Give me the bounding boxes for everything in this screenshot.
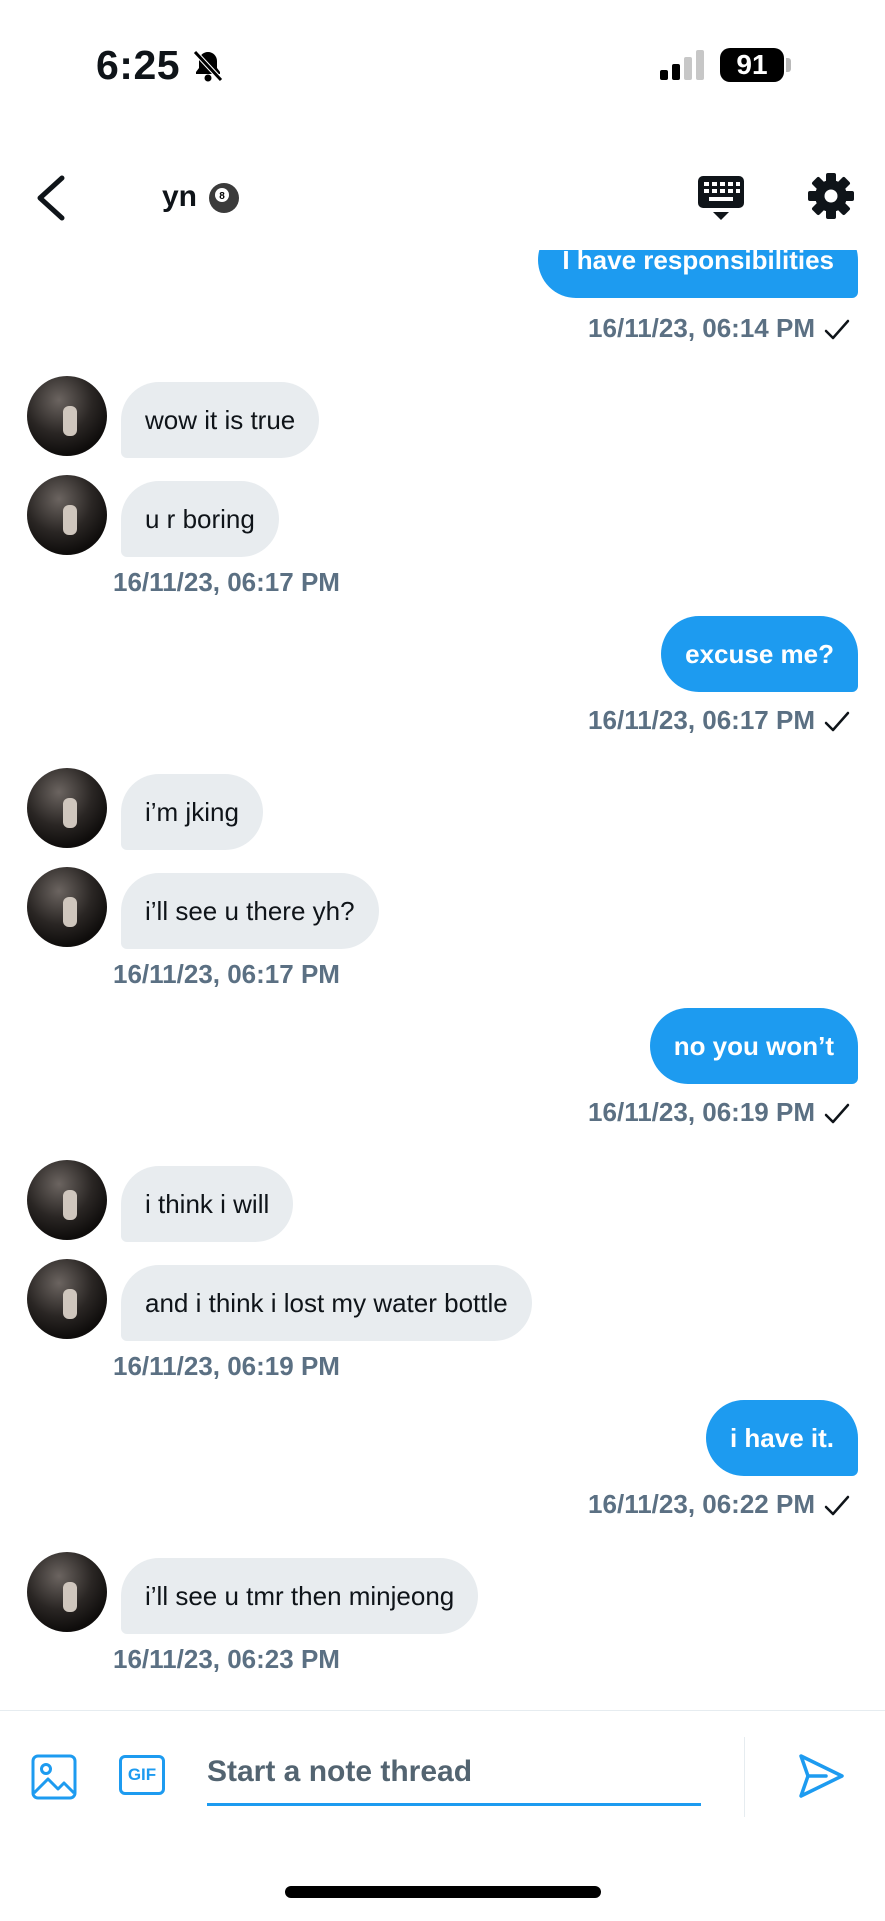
message-bubble-outgoing[interactable]: I have responsibilities [538, 250, 858, 298]
message-timestamp: 16/11/23, 06:17 PM [113, 567, 340, 597]
status-bar: 6:25 91 [0, 0, 885, 130]
avatar[interactable] [27, 867, 107, 947]
battery-tip [786, 58, 791, 72]
conversation-title[interactable]: yn [162, 180, 197, 214]
read-check-icon [824, 1495, 850, 1516]
message-bubble-incoming[interactable]: i’ll see u tmr then minjeong [121, 1558, 479, 1634]
message-bubble-outgoing[interactable]: i have it. [705, 1400, 858, 1476]
bell-slash-icon [193, 50, 223, 82]
svg-text:8: 8 [219, 191, 225, 202]
send-icon[interactable] [796, 1751, 846, 1801]
signal-icon [660, 50, 704, 80]
back-chevron-icon[interactable] [28, 168, 78, 228]
read-check-icon [824, 1103, 850, 1124]
message-timestamp: 16/11/23, 06:19 PM [113, 1351, 340, 1381]
message-timestamp: 16/11/23, 06:17 PM [113, 959, 340, 989]
composer-divider [744, 1737, 745, 1817]
read-check-icon [824, 319, 850, 340]
message-list[interactable]: I have responsibilities 16/11/23, 06:14 … [0, 250, 885, 1710]
avatar[interactable] [27, 1552, 107, 1632]
message-bubble-incoming[interactable]: i’ll see u there yh? [121, 873, 379, 949]
gear-icon[interactable] [806, 170, 856, 222]
message-timestamp: 16/11/23, 06:19 PM [588, 1097, 815, 1127]
message-bubble-outgoing[interactable]: no you won’t [649, 1008, 858, 1084]
pool-8-ball-icon: 8 [209, 183, 239, 213]
conversation-header: yn 8 [0, 150, 885, 250]
message-bubble-outgoing[interactable]: excuse me? [661, 616, 858, 692]
message-bubble-incoming[interactable]: and i think i lost my water bottle [121, 1265, 532, 1341]
avatar[interactable] [27, 768, 107, 848]
message-bubble-incoming[interactable]: u r boring [121, 481, 279, 557]
avatar[interactable] [27, 1259, 107, 1339]
avatar[interactable] [27, 1160, 107, 1240]
image-icon[interactable] [30, 1753, 78, 1801]
status-time: 6:25 [96, 42, 181, 88]
keyboard-icon[interactable] [696, 172, 746, 224]
message-bubble-incoming[interactable]: i think i will [121, 1166, 294, 1242]
avatar[interactable] [27, 376, 107, 456]
message-timestamp: 16/11/23, 06:17 PM [588, 705, 815, 735]
message-timestamp: 16/11/23, 06:22 PM [588, 1489, 815, 1519]
message-timestamp: 16/11/23, 06:14 PM [588, 313, 815, 343]
read-check-icon [824, 711, 850, 732]
gif-icon[interactable]: GIF [119, 1755, 165, 1795]
home-indicator[interactable] [285, 1886, 601, 1898]
message-timestamp: 16/11/23, 06:23 PM [113, 1644, 340, 1674]
composer-bar: GIF [0, 1710, 885, 1921]
message-bubble-incoming[interactable]: i’m jking [121, 774, 263, 850]
avatar[interactable] [27, 475, 107, 555]
note-thread-input[interactable] [207, 1741, 701, 1806]
battery-icon: 91 [720, 48, 784, 82]
message-bubble-incoming[interactable]: wow it is true [121, 382, 320, 458]
